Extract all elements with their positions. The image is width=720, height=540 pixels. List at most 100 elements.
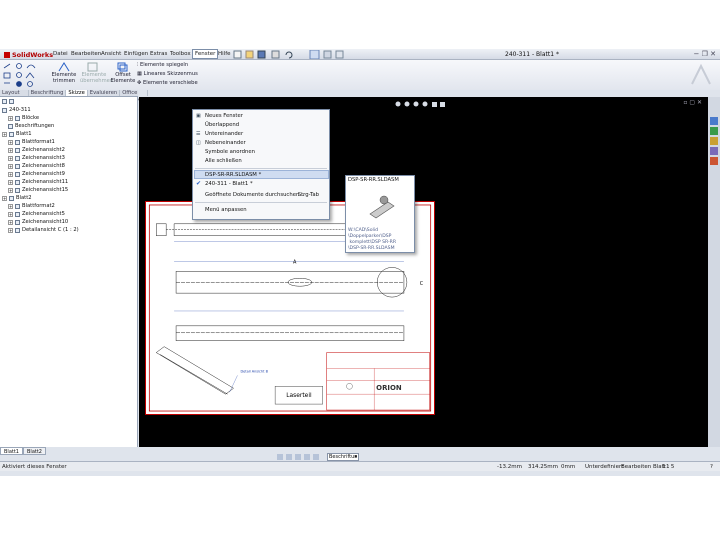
app-logo[interactable]: SolidWorks: [2, 50, 55, 59]
tree-item[interactable]: + Blatt2: [2, 195, 32, 202]
linear-pattern-button[interactable]: ▦ Lineares Skizzenmus: [137, 71, 198, 77]
status-z: 0mm: [561, 464, 576, 470]
tree-item[interactable]: + Blöcke: [8, 115, 39, 122]
close-icon[interactable]: ✕: [710, 50, 716, 58]
menu-fenster[interactable]: Fenster: [192, 49, 219, 59]
offset-button[interactable]: Offset Elemente: [110, 72, 136, 84]
menu-item-tile-horizontal[interactable]: Untereinander: [205, 130, 243, 138]
menu-item-tile-vertical[interactable]: Nebeneinander: [205, 139, 246, 147]
sheet-tab-2[interactable]: Blatt2: [23, 447, 46, 455]
tree-item[interactable]: + Zeichenansicht10: [8, 219, 68, 226]
tree-node-icon: [15, 228, 20, 233]
trim-icon: [58, 62, 70, 72]
expand-icon[interactable]: +: [8, 212, 13, 217]
line-icon: [3, 63, 11, 69]
menu-item-doc-drawing[interactable]: 240-311 - Blatt1 *: [205, 180, 253, 188]
tree-item[interactable]: + Blatt1: [2, 131, 32, 138]
mirror-button[interactable]: ⫶ Elemente spiegeln: [137, 62, 188, 68]
tree-item-label: Zeichenansicht11: [22, 179, 69, 185]
sheet-tab-1[interactable]: Blatt1: [0, 447, 23, 455]
bottom-toolbar-icons[interactable]: [277, 453, 327, 461]
menu-item-arrange-icons[interactable]: Symbole anordnen: [205, 148, 255, 156]
tree-item[interactable]: + Zeichenansicht9: [8, 171, 65, 178]
window-controls[interactable]: − ❐ ✕: [694, 49, 717, 59]
feature-tree-icon[interactable]: [2, 99, 7, 104]
tree-item[interactable]: + Blattformat1: [8, 139, 55, 146]
expand-icon[interactable]: +: [8, 156, 13, 161]
expand-icon[interactable]: +: [2, 196, 7, 201]
menu-extras[interactable]: Extras: [148, 50, 169, 59]
detail-marker-c: C: [420, 281, 424, 287]
tree-item[interactable]: + Blattformat2: [8, 203, 55, 210]
menu-datei[interactable]: Datei: [51, 50, 70, 59]
tree-item[interactable]: + Zeichenansicht2: [8, 147, 65, 154]
tab-evaluate[interactable]: Evaluieren: [88, 90, 121, 96]
select-icon: [309, 50, 320, 59]
tree-item[interactable]: 240-311: [2, 107, 31, 114]
expand-icon[interactable]: +: [8, 116, 13, 121]
tab-layout[interactable]: Layout anzeigen: [0, 90, 29, 103]
tree-node-icon: [8, 124, 13, 129]
expand-icon[interactable]: +: [8, 172, 13, 177]
expand-icon[interactable]: +: [8, 220, 13, 225]
tab-sketch[interactable]: Skizze: [66, 90, 88, 96]
document-title: 240-311 - Blatt1 *: [505, 51, 559, 58]
tree-item[interactable]: + Zeichenansicht3: [8, 155, 65, 162]
tree-item[interactable]: + Zeichenansicht15: [8, 187, 68, 194]
tree-item[interactable]: Beschriftungen: [8, 123, 54, 130]
expand-icon[interactable]: +: [8, 228, 13, 233]
menu-item-cascade[interactable]: Überlappend: [205, 121, 239, 129]
tree-item-label: Zeichenansicht3: [22, 155, 65, 161]
menu-einfuegen[interactable]: Einfügen: [122, 50, 150, 59]
menu-toolbox[interactable]: Toolbox: [168, 50, 193, 59]
expand-icon[interactable]: +: [8, 204, 13, 209]
tree-node-icon: [15, 220, 20, 225]
tree-node-icon: [15, 148, 20, 153]
canvas-window-controls[interactable]: ▫ ▢ ✕: [683, 99, 702, 106]
menu-item-new-window[interactable]: Neues Fenster: [205, 112, 243, 120]
tree-item-label: Zeichenansicht15: [22, 187, 69, 193]
convert-button[interactable]: Elemente übernehmen: [80, 72, 113, 84]
bottom-view: [175, 325, 405, 341]
tab-office[interactable]: Office Produkte: [120, 90, 149, 103]
tree-item-label: 240-311: [9, 107, 31, 113]
tree-item[interactable]: + Zeichenansicht11: [8, 179, 68, 186]
sheet-tab-bar: [0, 447, 720, 455]
arc-icon: [26, 64, 36, 69]
expand-icon[interactable]: +: [8, 188, 13, 193]
quick-access-toolbar[interactable]: [232, 50, 352, 59]
tab-annotation[interactable]: Beschriftung: [29, 90, 67, 96]
status-x: -13.2mm: [497, 464, 522, 470]
minimize-icon[interactable]: −: [694, 50, 700, 58]
move-button[interactable]: ✥ Elemente verschiebe: [137, 80, 198, 86]
task-pane-icons[interactable]: [710, 117, 718, 167]
expand-icon[interactable]: +: [2, 132, 7, 137]
tree-node-icon: [15, 172, 20, 177]
menu-separator: [195, 202, 327, 203]
tree-item[interactable]: + Detailansicht C (1 : 2): [8, 227, 79, 234]
expand-icon[interactable]: +: [8, 164, 13, 169]
tree-node-icon: [15, 212, 20, 217]
tree-item[interactable]: + Zeichenansicht8: [8, 163, 65, 170]
trim-button[interactable]: Elemente trimmen: [50, 72, 78, 84]
sketch-tools-icons[interactable]: [2, 62, 48, 88]
tree-item[interactable]: + Zeichenansicht5: [8, 211, 65, 218]
menu-item-customize[interactable]: Menü anpassen: [205, 206, 247, 214]
expand-icon[interactable]: +: [8, 180, 13, 185]
menu-ansicht[interactable]: Ansicht: [99, 50, 123, 59]
menu-hilfe[interactable]: Hilfe: [216, 50, 233, 59]
new-document-icon: [233, 50, 242, 59]
heads-up-view-toolbar[interactable]: [394, 100, 474, 109]
status-bar: Aktiviert dieses Fenster -13.2mm 314.25m…: [0, 461, 720, 471]
help-icon[interactable]: ?: [710, 462, 713, 472]
restore-icon[interactable]: ❐: [702, 50, 708, 58]
tree-node-icon: [15, 204, 20, 209]
layer-dropdown[interactable]: Beschriftun ▾: [327, 453, 359, 461]
expand-icon[interactable]: +: [8, 140, 13, 145]
menu-item-doc-assembly[interactable]: DSP-SR-RR.SLDASM *: [205, 171, 261, 179]
chevron-down-icon: ▾: [354, 454, 357, 460]
expand-icon[interactable]: +: [8, 148, 13, 153]
menu-item-browse-documents[interactable]: Geöffnete Dokumente durchsuchen...: [205, 191, 304, 199]
property-manager-icon[interactable]: [9, 99, 14, 104]
menu-item-close-all[interactable]: Alle schließen: [205, 157, 242, 165]
